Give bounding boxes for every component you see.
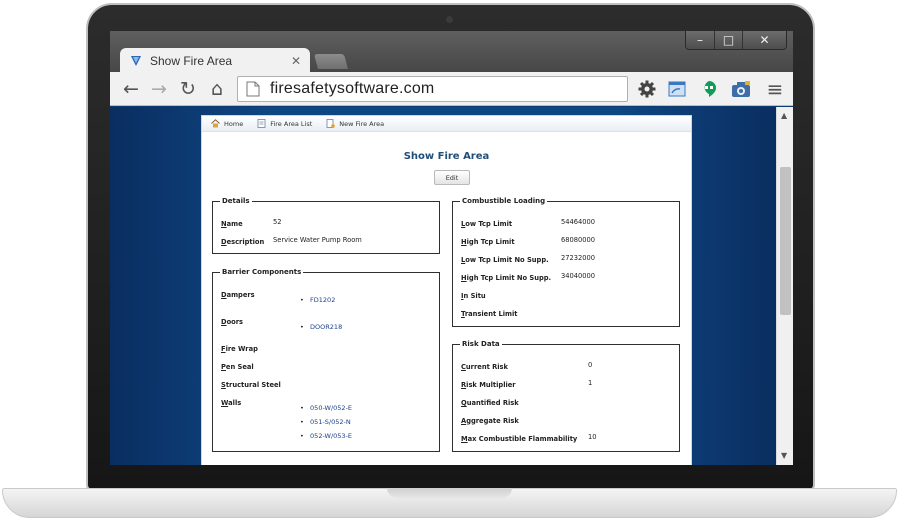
list-item[interactable]: • 050-W/052-E (300, 404, 352, 412)
walls-label: Walls (221, 399, 242, 407)
edit-button[interactable]: Edit (434, 170, 470, 185)
quantified-risk-label: Quantified Risk (461, 399, 519, 407)
risk-data-section: Risk Data Current Risk 0 Risk Multiplier… (452, 340, 680, 452)
camera-icon (446, 16, 453, 23)
combustible-loading-section: Combustible Loading Low Tcp Limit 544640… (452, 197, 680, 327)
wall-link[interactable]: 050-W/052-E (310, 404, 352, 412)
doors-label: Doors (221, 318, 244, 326)
risk-multiplier-label: Risk Multiplier (461, 381, 516, 389)
address-text: firesafetysoftware.com (270, 80, 435, 97)
name-value: 52 (273, 218, 282, 226)
high-tcp-no-supp-value: 34040000 (561, 272, 596, 280)
back-button[interactable]: ← (120, 78, 142, 100)
max-flammability-label: Max Combustible Flammability (461, 435, 578, 443)
structural-steel-label: Structural Steel (221, 381, 281, 389)
in-situ-label: In Situ (461, 292, 486, 300)
high-tcp-no-supp-label: High Tcp Limit No Supp. (461, 274, 552, 282)
scroll-down-icon[interactable]: ▼ (781, 451, 787, 460)
breadcrumb: Home Fire Area List New Fire Area (202, 116, 691, 132)
nav-fire-area-list-link[interactable]: Fire Area List (257, 119, 312, 128)
list-item[interactable]: • 052-W/053-E (300, 432, 352, 440)
high-tcp-label: High Tcp Limit (461, 238, 515, 246)
current-risk-label: Current Risk (461, 363, 508, 371)
hangouts-icon[interactable] (699, 79, 719, 99)
low-tcp-no-supp-label: Low Tcp Limit No Supp. (461, 256, 549, 264)
fire-wrap-label: Fire Wrap (221, 345, 258, 353)
wall-link[interactable]: 052-W/053-E (310, 432, 352, 440)
barrier-components-section: Barrier Components Dampers • FD1202 Door… (212, 268, 440, 452)
damper-link[interactable]: FD1202 (310, 296, 335, 304)
window-controls: – □ ✕ (685, 31, 787, 50)
combustible-legend: Combustible Loading (462, 197, 546, 205)
low-tcp-no-supp-value: 27232000 (561, 254, 596, 262)
nav-home-link[interactable]: Home (211, 119, 243, 128)
list-item[interactable]: • 051-S/052-N (300, 418, 351, 426)
content-panel: Home Fire Area List New Fire Area Show F… (201, 115, 692, 465)
favicon-icon (131, 56, 141, 66)
vertical-scrollbar[interactable]: ▲ ▼ (776, 107, 793, 465)
page-viewport: Home Fire Area List New Fire Area Show F… (110, 107, 776, 465)
description-label: Description (221, 238, 265, 246)
pen-seal-label: Pen Seal (221, 363, 254, 371)
browser-toolbar: ← → ↻ ⌂ firesafetysoftware.com ≡ (110, 72, 793, 106)
scroll-up-icon[interactable]: ▲ (781, 111, 787, 120)
list-item[interactable]: • FD1202 (300, 296, 335, 304)
title-bar: – □ ✕ Show Fire Area ✕ (110, 31, 793, 74)
page-icon (246, 81, 260, 97)
transient-limit-label: Transient Limit (461, 310, 518, 318)
barrier-legend: Barrier Components (222, 268, 302, 276)
list-item[interactable]: • DOOR218 (300, 323, 342, 331)
page-title: Show Fire Area (403, 151, 490, 162)
browser-tab[interactable]: Show Fire Area ✕ (120, 48, 310, 74)
nav-fire-area-list-label: Fire Area List (270, 119, 313, 128)
cast-extension-icon[interactable] (667, 79, 687, 99)
high-tcp-value: 68080000 (561, 236, 596, 244)
low-tcp-label: Low Tcp Limit (461, 220, 513, 228)
home-icon (211, 119, 220, 128)
maximize-button[interactable]: □ (714, 31, 742, 49)
close-tab-icon[interactable]: ✕ (291, 54, 301, 68)
close-window-button[interactable]: ✕ (742, 31, 786, 49)
settings-gear-icon[interactable] (637, 79, 657, 99)
dampers-label: Dampers (221, 291, 255, 299)
description-value: Service Water Pump Room (273, 236, 362, 244)
list-icon (257, 119, 266, 128)
minimize-button[interactable]: – (686, 31, 714, 49)
new-document-icon (326, 119, 336, 128)
max-flammability-value: 10 (588, 433, 597, 441)
reload-button[interactable]: ↻ (177, 78, 199, 100)
door-link[interactable]: DOOR218 (310, 323, 342, 331)
nav-new-fire-area-link[interactable]: New Fire Area (326, 119, 384, 128)
low-tcp-value: 54464000 (561, 218, 596, 226)
browser-window: – □ ✕ Show Fire Area ✕ ← → ↻ ⌂ firesafet… (110, 31, 793, 465)
home-button[interactable]: ⌂ (206, 78, 228, 100)
address-bar[interactable]: firesafetysoftware.com (237, 76, 628, 102)
details-legend: Details (222, 197, 250, 205)
risk-multiplier-value: 1 (588, 379, 593, 387)
wall-link[interactable]: 051-S/052-N (310, 418, 351, 426)
camera-extension-icon[interactable] (731, 79, 751, 99)
nav-home-label: Home (224, 119, 244, 128)
scrollbar-thumb[interactable] (780, 167, 791, 315)
details-section: Details Name 52 Description Service Wate… (212, 197, 440, 254)
laptop-notch (387, 488, 512, 498)
menu-button[interactable]: ≡ (764, 78, 786, 100)
aggregate-risk-label: Aggregate Risk (461, 417, 519, 425)
tab-title: Show Fire Area (150, 54, 233, 68)
risk-legend: Risk Data (462, 340, 500, 348)
current-risk-value: 0 (588, 361, 593, 369)
new-tab-button[interactable] (313, 54, 349, 69)
name-label: Name (221, 220, 243, 228)
nav-new-fire-area-label: New Fire Area (339, 119, 385, 128)
forward-button[interactable]: → (148, 78, 170, 100)
laptop-mockup: – □ ✕ Show Fire Area ✕ ← → ↻ ⌂ firesafet… (0, 0, 899, 527)
